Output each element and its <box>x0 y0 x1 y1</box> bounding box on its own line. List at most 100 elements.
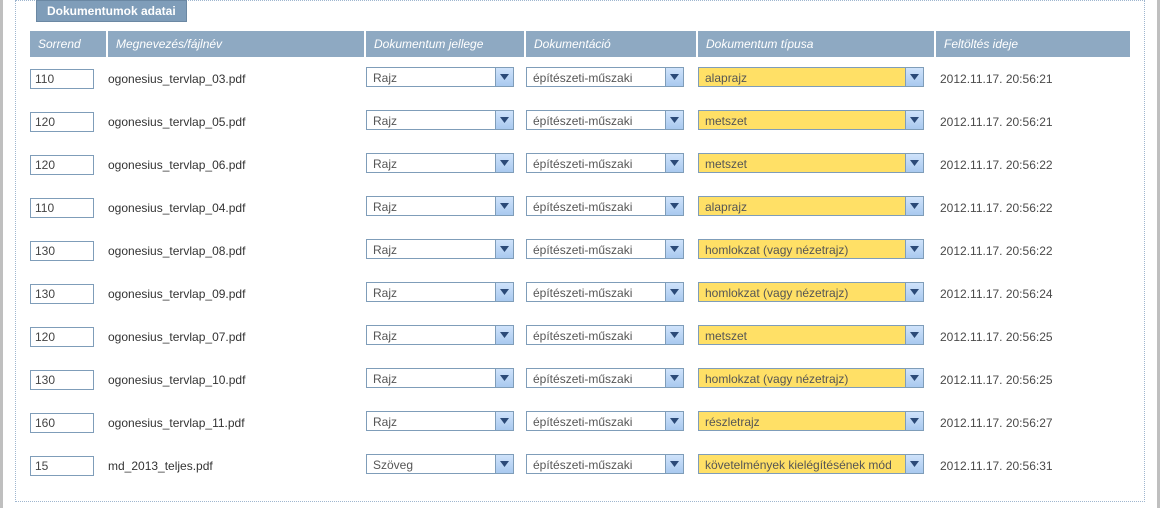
dokumentacio-select[interactable]: építészeti-műszaki <box>526 67 684 87</box>
type-select[interactable]: követelmények kielégítésének mód <box>698 454 924 474</box>
jelleg-select[interactable]: Rajz <box>366 196 514 216</box>
chevron-down-icon <box>905 412 923 430</box>
jelleg-value: Rajz <box>366 239 514 259</box>
dokumentacio-value: építészeti-műszaki <box>526 282 684 302</box>
filename-label: ogonesius_tervlap_04.pdf <box>108 201 245 215</box>
chevron-down-icon <box>905 283 923 301</box>
chevron-down-icon <box>905 326 923 344</box>
jelleg-select[interactable]: Rajz <box>366 411 514 431</box>
jelleg-select[interactable]: Rajz <box>366 67 514 87</box>
type-select[interactable]: homlokzat (vagy nézetrajz) <box>698 282 924 302</box>
col-upload: Feltöltés ideje <box>936 31 1130 57</box>
order-input[interactable] <box>30 284 94 304</box>
order-input[interactable] <box>30 456 94 476</box>
type-value: homlokzat (vagy nézetrajz) <box>698 239 924 259</box>
table-row: ogonesius_tervlap_04.pdf Rajz építészeti… <box>30 186 1130 229</box>
type-select[interactable]: metszet <box>698 110 924 130</box>
dokumentacio-select[interactable]: építészeti-műszaki <box>526 411 684 431</box>
order-input[interactable] <box>30 112 94 132</box>
type-select[interactable]: alaprajz <box>698 67 924 87</box>
chevron-down-icon <box>905 111 923 129</box>
jelleg-select[interactable]: Szöveg <box>366 454 514 474</box>
type-value: részletrajz <box>698 411 924 431</box>
chevron-down-icon <box>495 68 513 86</box>
upload-timestamp: 2012.11.17. 20:56:22 <box>936 201 1053 215</box>
order-input[interactable] <box>30 198 94 218</box>
table-row: ogonesius_tervlap_10.pdf Rajz építészeti… <box>30 358 1130 401</box>
panel-title: Dokumentumok adatai <box>36 0 187 22</box>
table-row: ogonesius_tervlap_08.pdf Rajz építészeti… <box>30 229 1130 272</box>
upload-timestamp: 2012.11.17. 20:56:21 <box>936 72 1053 86</box>
document-data-panel: Dokumentumok adatai Sorrend Megnevezés/f… <box>15 0 1145 502</box>
upload-timestamp: 2012.11.17. 20:56:21 <box>936 115 1053 129</box>
chevron-down-icon <box>905 197 923 215</box>
type-select[interactable]: metszet <box>698 325 924 345</box>
chevron-down-icon <box>495 154 513 172</box>
table-row: ogonesius_tervlap_09.pdf Rajz építészeti… <box>30 272 1130 315</box>
chevron-down-icon <box>665 154 683 172</box>
filename-label: ogonesius_tervlap_03.pdf <box>108 72 245 86</box>
order-input[interactable] <box>30 413 94 433</box>
jelleg-value: Szöveg <box>366 454 514 474</box>
order-input[interactable] <box>30 69 94 89</box>
order-input[interactable] <box>30 327 94 347</box>
col-doku: Dokumentáció <box>526 31 698 57</box>
type-value: metszet <box>698 325 924 345</box>
dokumentacio-select[interactable]: építészeti-műszaki <box>526 454 684 474</box>
order-input[interactable] <box>30 155 94 175</box>
col-type: Dokumentum típusa <box>698 31 936 57</box>
jelleg-select[interactable]: Rajz <box>366 282 514 302</box>
type-select[interactable]: homlokzat (vagy nézetrajz) <box>698 239 924 259</box>
order-input[interactable] <box>30 241 94 261</box>
chevron-down-icon <box>665 326 683 344</box>
col-jelleg: Dokumentum jellege <box>366 31 526 57</box>
upload-timestamp: 2012.11.17. 20:56:25 <box>936 330 1053 344</box>
jelleg-value: Rajz <box>366 411 514 431</box>
chevron-down-icon <box>495 369 513 387</box>
dokumentacio-select[interactable]: építészeti-műszaki <box>526 325 684 345</box>
jelleg-value: Rajz <box>366 368 514 388</box>
app-window: Dokumentumok adatai Sorrend Megnevezés/f… <box>0 0 1160 508</box>
dokumentacio-select[interactable]: építészeti-műszaki <box>526 196 684 216</box>
upload-timestamp: 2012.11.17. 20:56:22 <box>936 244 1053 258</box>
table-row: ogonesius_tervlap_07.pdf Rajz építészeti… <box>30 315 1130 358</box>
chevron-down-icon <box>905 455 923 473</box>
dokumentacio-select[interactable]: építészeti-műszaki <box>526 239 684 259</box>
dokumentacio-select[interactable]: építészeti-műszaki <box>526 368 684 388</box>
jelleg-select[interactable]: Rajz <box>366 368 514 388</box>
dokumentacio-select[interactable]: építészeti-műszaki <box>526 153 684 173</box>
jelleg-value: Rajz <box>366 282 514 302</box>
type-select[interactable]: részletrajz <box>698 411 924 431</box>
chevron-down-icon <box>495 326 513 344</box>
upload-timestamp: 2012.11.17. 20:56:25 <box>936 373 1053 387</box>
upload-timestamp: 2012.11.17. 20:56:27 <box>936 416 1053 430</box>
jelleg-select[interactable]: Rajz <box>366 110 514 130</box>
table-row: md_2013_teljes.pdf Szöveg építészeti-műs… <box>30 444 1130 487</box>
type-select[interactable]: metszet <box>698 153 924 173</box>
type-select[interactable]: homlokzat (vagy nézetrajz) <box>698 368 924 388</box>
type-value: követelmények kielégítésének mód <box>698 454 924 474</box>
jelleg-select[interactable]: Rajz <box>366 325 514 345</box>
filename-label: ogonesius_tervlap_06.pdf <box>108 158 245 172</box>
chevron-down-icon <box>665 283 683 301</box>
jelleg-value: Rajz <box>366 153 514 173</box>
jelleg-select[interactable]: Rajz <box>366 239 514 259</box>
filename-label: md_2013_teljes.pdf <box>108 459 213 473</box>
jelleg-select[interactable]: Rajz <box>366 153 514 173</box>
chevron-down-icon <box>495 197 513 215</box>
chevron-down-icon <box>905 369 923 387</box>
jelleg-value: Rajz <box>366 110 514 130</box>
order-input[interactable] <box>30 370 94 390</box>
table-row: ogonesius_tervlap_05.pdf Rajz építészeti… <box>30 100 1130 143</box>
jelleg-value: Rajz <box>366 196 514 216</box>
type-value: homlokzat (vagy nézetrajz) <box>698 282 924 302</box>
jelleg-value: Rajz <box>366 67 514 87</box>
col-order: Sorrend <box>30 31 108 57</box>
chevron-down-icon <box>665 68 683 86</box>
jelleg-value: Rajz <box>366 325 514 345</box>
dokumentacio-select[interactable]: építészeti-műszaki <box>526 110 684 130</box>
type-select[interactable]: alaprajz <box>698 196 924 216</box>
dokumentacio-select[interactable]: építészeti-műszaki <box>526 282 684 302</box>
documents-table: Sorrend Megnevezés/fájlnév Dokumentum je… <box>30 31 1130 487</box>
chevron-down-icon <box>495 283 513 301</box>
